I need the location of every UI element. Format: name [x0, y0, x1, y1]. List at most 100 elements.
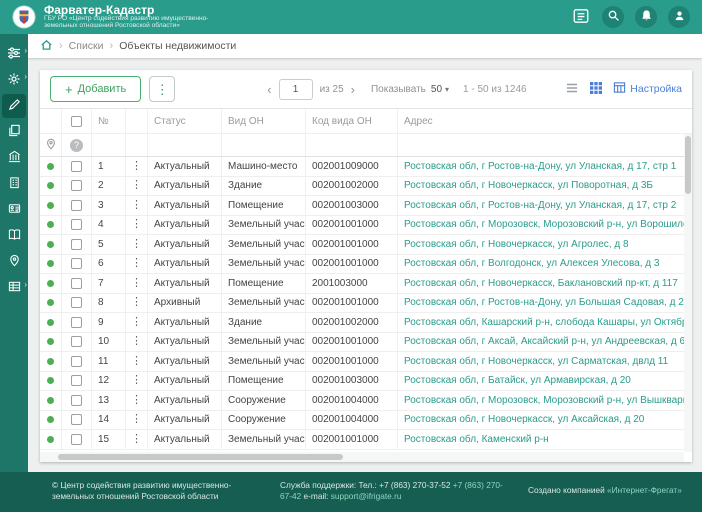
table-row[interactable]: 5 ⋮ Актуальный Земельный учас... 0020010…: [40, 235, 692, 255]
feedback-button[interactable]: [571, 7, 591, 27]
row-status: Актуальный: [148, 196, 222, 215]
row-checkbox[interactable]: [71, 394, 82, 406]
support-email-link[interactable]: support@ifrigate.ru: [331, 491, 402, 501]
home-button[interactable]: [40, 38, 53, 54]
row-type: Земельный учас...: [222, 215, 306, 234]
company-link[interactable]: «Интернет-Фрегат»: [607, 485, 682, 495]
sidebar-item-objects[interactable]: [2, 172, 26, 196]
next-page-button[interactable]: ›: [351, 83, 355, 96]
prev-page-button[interactable]: ‹: [267, 83, 271, 96]
row-menu-button[interactable]: ⋮: [131, 336, 142, 347]
add-button[interactable]: + Добавить: [50, 76, 142, 102]
notifications-button[interactable]: [635, 6, 657, 28]
row-checkbox[interactable]: [71, 238, 82, 250]
row-menu-button[interactable]: ⋮: [131, 219, 142, 230]
horizontal-scrollbar[interactable]: [40, 452, 684, 462]
row-address: Ростовская обл, г Волгодонск, ул Алексея…: [404, 258, 660, 270]
page-size-select[interactable]: 50 ▾: [431, 84, 449, 95]
row-number: 2: [92, 176, 126, 195]
row-code: 002001004000: [306, 410, 398, 429]
row-checkbox[interactable]: [71, 316, 82, 328]
profile-button[interactable]: [668, 6, 690, 28]
row-menu-button[interactable]: ⋮: [131, 433, 142, 445]
row-checkbox[interactable]: [71, 258, 82, 270]
select-all-checkbox[interactable]: [71, 115, 82, 127]
row-menu-button[interactable]: ⋮: [131, 160, 142, 172]
sidebar-item-filters[interactable]: ›: [2, 42, 27, 66]
row-status: Актуальный: [148, 391, 222, 410]
geo-filter-button[interactable]: [45, 138, 57, 153]
row-number: 1: [92, 157, 126, 176]
row-checkbox[interactable]: [71, 355, 82, 367]
footer-copyright: © Центр содействия развитию имущественно…: [52, 480, 232, 502]
sidebar-item-bank[interactable]: [2, 146, 26, 170]
table-row[interactable]: 15 ⋮ Актуальный Земельный учас... 002001…: [40, 430, 692, 450]
row-checkbox[interactable]: [71, 375, 82, 387]
sliders-icon: [7, 46, 21, 63]
table-row[interactable]: 2 ⋮ Актуальный Здание 002001002000 Росто…: [40, 176, 692, 196]
breadcrumb-item-lists[interactable]: Списки: [69, 40, 104, 52]
row-address: Ростовская обл, Кашарский р-н, слобода К…: [404, 316, 692, 328]
sidebar-item-edit[interactable]: [2, 94, 26, 118]
row-checkbox[interactable]: [71, 336, 82, 348]
table-row[interactable]: 3 ⋮ Актуальный Помещение 002001003000 Ро…: [40, 196, 692, 216]
table-row[interactable]: 10 ⋮ Актуальный Земельный учас... 002001…: [40, 332, 692, 352]
sidebar-item-cards[interactable]: [2, 198, 26, 222]
row-menu-button[interactable]: ⋮: [131, 297, 142, 308]
status-dot-icon: [47, 240, 54, 248]
table-row[interactable]: 13 ⋮ Актуальный Сооружение 002001004000 …: [40, 391, 692, 411]
row-address: Ростовская обл, г Ростов-на-Дону, ул Ула…: [404, 160, 677, 172]
table-row[interactable]: 8 ⋮ Архивный Земельный учас... 002001001…: [40, 293, 692, 313]
row-menu-button[interactable]: ⋮: [131, 258, 142, 269]
help-icon[interactable]: ?: [70, 138, 83, 152]
row-checkbox[interactable]: [71, 160, 82, 172]
page-input[interactable]: [278, 78, 313, 100]
row-menu-button[interactable]: ⋮: [131, 199, 142, 211]
list-view-button[interactable]: [565, 81, 579, 98]
row-menu-button[interactable]: ⋮: [131, 375, 142, 386]
toolbar-menu-button[interactable]: ⋮: [149, 76, 176, 102]
row-checkbox[interactable]: [71, 433, 82, 445]
row-checkbox[interactable]: [71, 297, 82, 309]
row-menu-button[interactable]: ⋮: [131, 355, 142, 367]
sidebar-item-settings[interactable]: ›: [2, 68, 27, 92]
row-checkbox[interactable]: [71, 277, 82, 289]
table-row[interactable]: 4 ⋮ Актуальный Земельный учас... 0020010…: [40, 215, 692, 235]
sidebar-item-library[interactable]: [2, 224, 26, 248]
row-menu-button[interactable]: ⋮: [131, 277, 142, 289]
row-address: Ростовская обл, г Аксай, Аксайский р-н, …: [404, 336, 686, 348]
vertical-scrollbar-thumb[interactable]: [685, 136, 691, 194]
table-row[interactable]: 11 ⋮ Актуальный Земельный учас... 002001…: [40, 352, 692, 372]
row-status: Актуальный: [148, 313, 222, 332]
search-button[interactable]: [602, 6, 624, 28]
row-type: Помещение: [222, 274, 306, 293]
table-row[interactable]: 14 ⋮ Актуальный Сооружение 002001004000 …: [40, 410, 692, 430]
row-address: Ростовская обл, г Морозовск, Морозовский…: [404, 219, 692, 231]
sidebar-item-registry[interactable]: [2, 120, 26, 144]
row-menu-button[interactable]: ⋮: [131, 394, 142, 406]
row-menu-button[interactable]: ⋮: [131, 414, 142, 425]
row-menu-button[interactable]: ⋮: [131, 180, 142, 191]
sidebar-item-lists[interactable]: ›: [2, 276, 27, 300]
row-code: 002001001000: [306, 430, 398, 449]
grid-view-button[interactable]: [589, 81, 603, 98]
row-menu-button[interactable]: ⋮: [131, 238, 142, 250]
table-row[interactable]: 7 ⋮ Актуальный Помещение 2001003000 Рост…: [40, 274, 692, 294]
row-checkbox[interactable]: [71, 414, 82, 426]
row-checkbox[interactable]: [71, 199, 82, 211]
row-checkbox[interactable]: [71, 180, 82, 192]
row-checkbox[interactable]: [71, 219, 82, 231]
table-row[interactable]: 12 ⋮ Актуальный Помещение 002001003000 Р…: [40, 371, 692, 391]
table-row[interactable]: 6 ⋮ Актуальный Земельный учас... 0020010…: [40, 254, 692, 274]
row-menu-button[interactable]: ⋮: [131, 316, 142, 328]
row-type: Помещение: [222, 371, 306, 390]
row-number: 14: [92, 410, 126, 429]
table-row[interactable]: 9 ⋮ Актуальный Здание 002001002000 Росто…: [40, 313, 692, 333]
table-settings-button[interactable]: Настройка: [613, 81, 682, 97]
home-icon: [40, 38, 53, 54]
sidebar-item-map[interactable]: [2, 250, 26, 274]
vertical-scrollbar[interactable]: [684, 134, 692, 452]
horizontal-scrollbar-thumb[interactable]: [58, 454, 343, 460]
row-status: Актуальный: [148, 352, 222, 371]
table-row[interactable]: 1 ⋮ Актуальный Машино-место 002001009000…: [40, 157, 692, 177]
